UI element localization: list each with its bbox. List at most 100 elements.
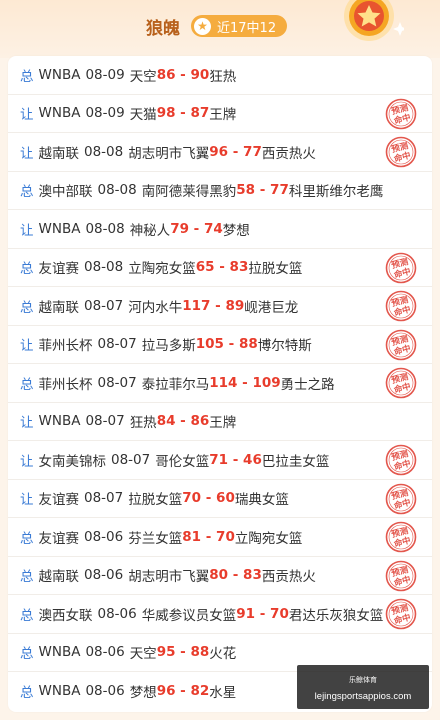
bet-type-tag: 让 bbox=[20, 453, 34, 470]
bet-type-tag: 让 bbox=[20, 222, 34, 239]
home-score: 114 bbox=[209, 374, 238, 391]
match-score: 80 - 83 bbox=[209, 567, 262, 583]
list-item[interactable]: 让 WNBA 08-08 神秘人 79 - 74 梦想 bbox=[8, 210, 432, 249]
list-item[interactable]: 让 WNBA 08-07 狂热 84 - 86 王牌 bbox=[8, 403, 432, 441]
league-name: 菲州长杯 bbox=[38, 376, 93, 393]
away-team: 勇士之路 bbox=[280, 376, 335, 393]
home-score: 84 bbox=[156, 413, 176, 430]
match-date: 08-08 bbox=[84, 143, 124, 160]
away-score: 70 bbox=[216, 528, 235, 545]
match-date: 08-08 bbox=[97, 182, 137, 199]
league-name: 越南联 bbox=[38, 299, 80, 316]
bet-type-tag: 让 bbox=[20, 492, 34, 509]
watermark-line2: lejingsportsappios.com bbox=[314, 691, 412, 702]
score-separator: - bbox=[255, 605, 271, 622]
list-item[interactable]: 总澳西女联 08-06 华威参议员女篮 91 - 70 君达乐灰狼女篮 预测 命中 bbox=[8, 595, 432, 634]
match-score: 65 - 83 bbox=[196, 259, 249, 275]
away-team: 拉脱女篮 bbox=[248, 261, 303, 278]
home-score: 81 bbox=[182, 528, 202, 545]
prediction-hit-stamp-icon: 预测命中 bbox=[385, 252, 417, 283]
match-date: 08-09 bbox=[85, 105, 125, 122]
list-item[interactable]: 总菲州长杯 08-07 泰拉菲尔马 114 - 109 勇士之路 预测 命中 bbox=[8, 364, 432, 403]
league-name: 友谊赛 bbox=[38, 530, 80, 547]
home-team: 狂热 bbox=[129, 415, 157, 432]
home-team: 天空 bbox=[129, 646, 157, 663]
match-date: 08-06 bbox=[97, 605, 137, 622]
away-team: 瑞典女篮 bbox=[234, 492, 289, 509]
match-score: 117 - 89 bbox=[182, 298, 244, 314]
league-name: WNBA bbox=[38, 683, 81, 700]
home-score: 86 bbox=[156, 66, 176, 83]
home-team: 立陶宛女篮 bbox=[128, 261, 196, 278]
home-team: 胡志明市飞翼 bbox=[128, 569, 210, 586]
home-team: 天空 bbox=[129, 68, 157, 85]
home-team: 泰拉菲尔马 bbox=[141, 376, 210, 393]
prediction-hit-stamp-icon: 预测命中 bbox=[385, 560, 417, 591]
list-item[interactable]: 让越南联 08-08 胡志明市飞翼 96 - 77 西贡热火 预测 命中 bbox=[8, 133, 432, 172]
match-score: 98 - 87 bbox=[157, 105, 210, 121]
league-name: WNBA bbox=[38, 220, 81, 237]
page-title: 狼魄 bbox=[146, 19, 180, 39]
bet-type-tag: 总 bbox=[20, 569, 34, 586]
list-item[interactable]: 让友谊赛 08-07 拉脱女篮 70 - 60 瑞典女篮 预测 命中 bbox=[8, 480, 432, 518]
league-name: 越南联 bbox=[38, 145, 80, 162]
prediction-hit-stamp-icon: 预测命中 bbox=[385, 98, 417, 129]
score-separator: - bbox=[228, 567, 244, 584]
match-score: 91 - 70 bbox=[236, 606, 289, 622]
match-score: 96 - 82 bbox=[157, 683, 210, 699]
list-item[interactable]: 总友谊赛 08-08 立陶宛女篮 65 - 83 拉脱女篮 预测 命中 bbox=[8, 249, 432, 287]
match-score: 96 - 77 bbox=[209, 144, 262, 160]
list-item[interactable]: 让女南美锦标 08-07 哥伦女篮 71 - 46 巴拉圭女篮 预测 命中 bbox=[8, 441, 432, 480]
list-item[interactable]: 总友谊赛 08-06 芬兰女篮 81 - 70 立陶宛女篮 预测 命中 bbox=[8, 518, 432, 557]
home-score: 117 bbox=[182, 297, 211, 314]
header: 狼魄 ★ 近17中12 bbox=[0, 0, 440, 58]
home-team: 拉脱女篮 bbox=[128, 492, 183, 509]
bet-type-tag: 总 bbox=[20, 685, 34, 702]
prediction-hit-stamp-icon: 预测命中 bbox=[385, 290, 417, 322]
league-name: 友谊赛 bbox=[38, 492, 80, 509]
away-score: 77 bbox=[270, 182, 289, 199]
list-item[interactable]: 总越南联 08-06 胡志明市飞翼 80 - 83 西贡热火 预测 命中 bbox=[8, 557, 432, 595]
bet-type-tag: 让 bbox=[20, 415, 34, 432]
league-name: 澳西女联 bbox=[38, 607, 93, 624]
home-score: 58 bbox=[236, 182, 256, 199]
home-team: 华威参议员女篮 bbox=[141, 607, 237, 624]
league-name: 澳中部联 bbox=[38, 184, 93, 201]
list-item[interactable]: 总澳中部联 08-08 南阿德莱得黑豹 58 - 77 科里斯维尔老鹰 bbox=[8, 172, 432, 210]
away-score: 88 bbox=[190, 644, 210, 661]
prediction-hit-stamp-icon: 预测命中 bbox=[385, 483, 417, 514]
score-separator: - bbox=[214, 259, 230, 276]
match-date: 08-08 bbox=[85, 220, 125, 237]
away-score: 70 bbox=[270, 605, 289, 622]
league-name: WNBA bbox=[38, 644, 81, 661]
home-score: 80 bbox=[209, 567, 229, 584]
score-separator: - bbox=[175, 644, 191, 661]
home-score: 71 bbox=[209, 451, 229, 468]
home-score: 96 bbox=[209, 143, 229, 160]
score-separator: - bbox=[175, 66, 191, 83]
score-separator: - bbox=[210, 297, 226, 314]
match-score: 70 - 60 bbox=[182, 490, 235, 506]
bet-type-tag: 总 bbox=[20, 184, 34, 201]
away-score: 46 bbox=[243, 451, 262, 468]
record-badge-label: 近17中12 bbox=[217, 20, 277, 36]
score-separator: - bbox=[188, 220, 204, 237]
list-item[interactable]: 总 WNBA 08-09 天空 86 - 90 狂热 bbox=[8, 56, 432, 95]
home-team: 神秘人 bbox=[129, 222, 171, 239]
away-team: 西贡热火 bbox=[261, 569, 316, 586]
home-team: 河内水牛 bbox=[128, 299, 183, 316]
match-score: 114 - 109 bbox=[209, 375, 280, 391]
home-team: 芬兰女篮 bbox=[128, 530, 183, 547]
home-score: 96 bbox=[156, 683, 176, 700]
match-score: 86 - 90 bbox=[157, 67, 210, 83]
away-score: 60 bbox=[216, 490, 235, 507]
list-item[interactable]: 让菲州长杯 08-07 拉马多斯 105 - 88 博尔特斯 预测 命中 bbox=[8, 326, 432, 364]
league-name: 菲州长杯 bbox=[38, 338, 93, 355]
bet-type-tag: 总 bbox=[20, 646, 34, 663]
list-item[interactable]: 让 WNBA 08-09 天猫 98 - 87 王牌 预测 命中 bbox=[8, 95, 432, 133]
match-date: 08-07 bbox=[111, 451, 151, 468]
score-separator: - bbox=[201, 528, 217, 545]
away-score: 90 bbox=[190, 66, 210, 83]
list-item[interactable]: 总越南联 08-07 河内水牛 117 - 89 岘港巨龙 预测 命中 bbox=[8, 287, 432, 326]
match-date: 08-09 bbox=[85, 66, 125, 83]
